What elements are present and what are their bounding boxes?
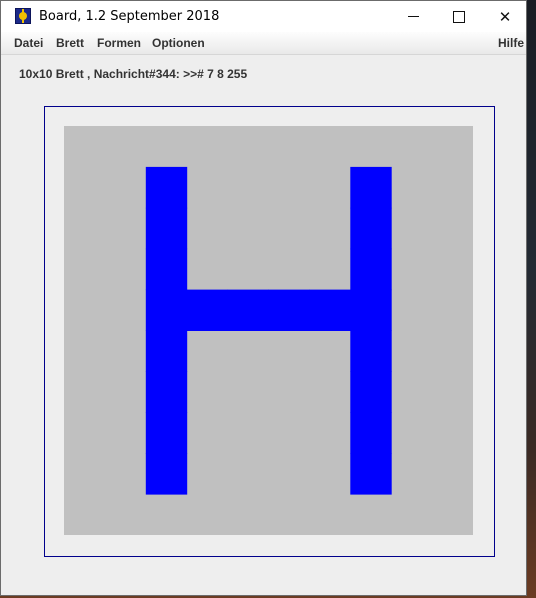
board-cell-filled[interactable] bbox=[145, 207, 188, 250]
board-cell-filled[interactable] bbox=[350, 289, 392, 331]
board[interactable] bbox=[64, 126, 473, 535]
board-cell-filled[interactable] bbox=[145, 289, 188, 331]
minimize-button[interactable] bbox=[390, 1, 436, 32]
menu-brett[interactable]: Brett bbox=[56, 36, 84, 50]
board-cell-filled[interactable] bbox=[350, 330, 392, 372]
board-cell-filled[interactable] bbox=[350, 248, 392, 291]
board-cell-filled[interactable] bbox=[145, 412, 188, 454]
board-cell-filled[interactable] bbox=[350, 207, 392, 250]
status-message: 10x10 Brett , Nachricht#344: >># 7 8 255 bbox=[19, 67, 248, 81]
board-cell-filled[interactable] bbox=[145, 453, 188, 495]
board-cell-filled[interactable] bbox=[268, 289, 310, 331]
close-icon: ✕ bbox=[498, 7, 512, 26]
board-cell-filled[interactable] bbox=[145, 248, 188, 291]
board-cell-filled[interactable] bbox=[227, 289, 269, 331]
menu-formen[interactable]: Formen bbox=[97, 36, 141, 50]
minimize-icon bbox=[407, 16, 419, 17]
menu-datei[interactable]: Datei bbox=[14, 36, 43, 50]
board-cell-filled[interactable] bbox=[350, 371, 392, 413]
title-bar[interactable]: Board, 1.2 September 2018 ✕ bbox=[1, 1, 526, 32]
board-cell-filled[interactable] bbox=[145, 330, 188, 372]
board-cell-filled[interactable] bbox=[186, 289, 229, 331]
window-title: Board, 1.2 September 2018 bbox=[39, 9, 220, 24]
board-cell-filled[interactable] bbox=[350, 412, 392, 454]
board-cell-filled[interactable] bbox=[145, 166, 188, 209]
board-cell-filled[interactable] bbox=[350, 166, 392, 209]
board-cell-filled[interactable] bbox=[350, 453, 392, 495]
board-cell-filled[interactable] bbox=[309, 289, 351, 331]
app-window: Board, 1.2 September 2018 ✕ Datei Brett … bbox=[0, 0, 527, 596]
maximize-button[interactable] bbox=[436, 1, 482, 32]
app-icon[interactable] bbox=[15, 8, 31, 24]
menu-hilfe[interactable]: Hilfe bbox=[498, 36, 524, 50]
close-button[interactable]: ✕ bbox=[482, 1, 528, 32]
menu-optionen[interactable]: Optionen bbox=[152, 36, 205, 50]
menu-bar: Datei Brett Formen Optionen Hilfe bbox=[1, 32, 526, 55]
maximize-icon bbox=[453, 10, 465, 23]
board-cell-filled[interactable] bbox=[145, 371, 188, 413]
board-grid[interactable] bbox=[64, 126, 473, 535]
